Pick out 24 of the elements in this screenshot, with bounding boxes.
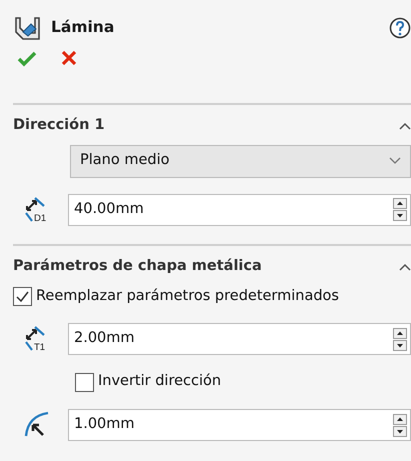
number-field[interactable]: 2.00mm <box>68 323 411 356</box>
checkbox[interactable] <box>75 372 94 392</box>
checkmark-icon[interactable] <box>17 50 37 68</box>
number-field[interactable]: 1.00mm <box>68 409 411 441</box>
collapse-caret-icon[interactable] <box>399 262 411 271</box>
spin-down-icon[interactable] <box>393 340 407 351</box>
panel-title: Lámina <box>51 17 114 38</box>
checkbox[interactable] <box>13 286 32 306</box>
close-icon[interactable] <box>61 50 77 68</box>
spin-down-icon[interactable] <box>393 426 407 436</box>
section-title: Dirección 1 <box>13 116 105 135</box>
sheet-metal-icon <box>13 14 43 42</box>
spin-up-icon[interactable] <box>393 198 407 210</box>
section-title: Parámetros de chapa metálica <box>13 256 262 276</box>
collapse-caret-icon[interactable] <box>399 122 411 130</box>
checkbox-option[interactable]: Invertir dirección <box>75 371 411 393</box>
spin-up-icon[interactable] <box>393 414 407 424</box>
spin-up-icon[interactable] <box>393 328 407 339</box>
spin-down-icon[interactable] <box>393 210 407 222</box>
help-icon[interactable] <box>389 17 411 39</box>
dropdown[interactable]: Plano medio <box>70 144 411 178</box>
checkbox-option[interactable]: Reemplazar parámetros predeterminados <box>13 286 411 308</box>
caret-icon <box>389 157 401 166</box>
number-field[interactable]: 40.00mm <box>68 194 411 226</box>
